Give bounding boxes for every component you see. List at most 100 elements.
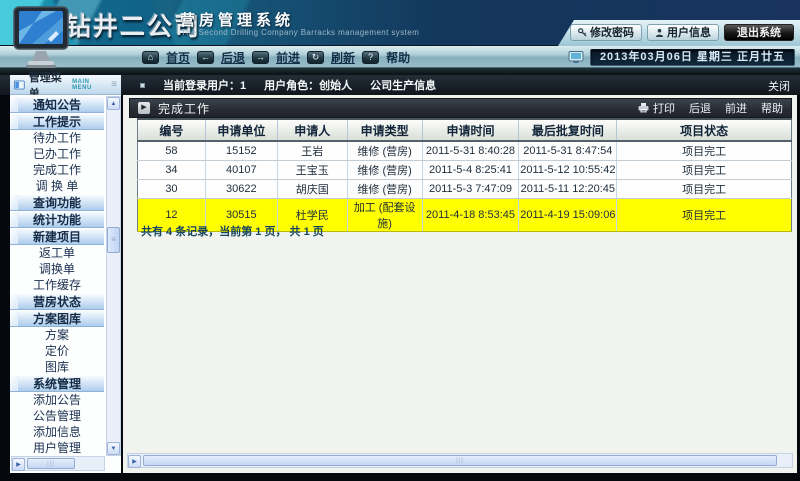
sidebar-header: 管理菜单 MAIN MENU ≡	[10, 75, 121, 95]
panel-title: 完成工作	[158, 100, 210, 117]
content-horizontal-scrollbar[interactable]: ◀ ▶	[127, 453, 793, 468]
sidebar-category-13[interactable]: 方案图库	[10, 310, 104, 327]
sidebar-category-12[interactable]: 营房状态	[10, 293, 104, 310]
bottom-strip	[0, 475, 800, 481]
table-row[interactable]: 5815152王岩维修 (营房)2011-5-31 8:40:282011-5-…	[138, 141, 792, 160]
table-cell: 王岩	[277, 141, 347, 160]
arrow-left-icon[interactable]: ←	[197, 51, 214, 64]
panel-help-button[interactable]: 帮助	[761, 100, 783, 116]
sidebar-item-21[interactable]: 用户管理	[10, 440, 104, 456]
panel-forward-button[interactable]: 前进	[725, 100, 747, 116]
scroll-right-icon[interactable]: ▶	[128, 455, 141, 468]
sidebar-item-19[interactable]: 公告管理	[10, 408, 104, 424]
table-cell: 30622	[205, 179, 277, 198]
monitor-logo-icon	[12, 5, 72, 69]
sidebar-item-20[interactable]: 添加信息	[10, 424, 104, 440]
sidebar-item-18[interactable]: 添加公告	[10, 392, 104, 408]
scroll-down-icon[interactable]: ▼	[107, 442, 120, 455]
sidebar-item-10[interactable]: 调换单	[10, 261, 104, 277]
hamburger-icon[interactable]: ≡	[111, 79, 117, 90]
print-label: 打印	[653, 100, 675, 116]
scrollbar-thumb[interactable]	[143, 455, 777, 466]
sidebar: 通知公告工作提示待办工作已办工作完成工作调 换 单查询功能统计功能新建项目返工单…	[10, 95, 121, 473]
table-cell: 王宝玉	[277, 160, 347, 179]
panel-toolbar: 打印 后退 前进 帮助	[638, 100, 783, 116]
nav-link-back[interactable]: 后退	[221, 49, 245, 66]
table-cell: 项目完工	[617, 179, 792, 198]
nav-link-home[interactable]: 首页	[166, 49, 190, 66]
column-header: 申请人	[277, 119, 347, 141]
company-info-link[interactable]: 公司生产信息	[370, 77, 436, 93]
nav-links: ⌂ 首页 ← 后退 → 前进 ↻ 刷新 ? 帮助	[142, 46, 410, 68]
table-cell: 项目完工	[617, 198, 792, 231]
nav-link-forward[interactable]: 前进	[276, 49, 300, 66]
scrollbar-thumb[interactable]	[27, 458, 75, 469]
header-button-band: 修改密码 用户信息 退出系统	[558, 20, 800, 46]
print-button[interactable]: 打印	[638, 100, 675, 116]
column-header: 项目状态	[617, 119, 792, 141]
refresh-icon[interactable]: ↻	[307, 51, 324, 64]
nav-link-help[interactable]: 帮助	[386, 49, 410, 66]
sidebar-category-7[interactable]: 统计功能	[10, 211, 104, 228]
scroll-up-icon[interactable]: ▲	[107, 97, 120, 110]
sidebar-item-5[interactable]: 调 换 单	[10, 178, 104, 194]
user-info-button[interactable]: 用户信息	[647, 24, 719, 41]
system-subtitle: The Second Drilling Company Barracks man…	[181, 28, 419, 37]
sidebar-item-9[interactable]: 返工单	[10, 245, 104, 261]
sidebar-category-0[interactable]: 通知公告	[10, 96, 104, 113]
sidebar-category-17[interactable]: 系统管理	[10, 375, 104, 392]
panel-header: ▶ 完成工作 打印 后退 前进 帮助	[129, 98, 792, 118]
column-header: 最后批复时间	[519, 119, 617, 141]
sidebar-item-2[interactable]: 待办工作	[10, 130, 104, 146]
table-cell: 维修 (营房)	[347, 179, 422, 198]
table-cell: 2011-5-31 8:47:54	[519, 141, 617, 160]
table-cell: 40107	[205, 160, 277, 179]
home-icon[interactable]: ⌂	[142, 51, 159, 64]
sidebar-category-1[interactable]: 工作提示	[10, 113, 104, 130]
monitor-small-icon	[568, 51, 584, 64]
table-cell: 项目完工	[617, 141, 792, 160]
table-row[interactable]: 3030622胡庆国维修 (营房)2011-5-3 7:47:092011-5-…	[138, 179, 792, 198]
sidebar-item-16[interactable]: 图库	[10, 359, 104, 375]
sidebar-item-3[interactable]: 已办工作	[10, 146, 104, 162]
sidebar-item-15[interactable]: 定价	[10, 343, 104, 359]
logout-label: 退出系统	[737, 24, 781, 40]
sidebar-subtitle: MAIN MENU	[72, 79, 107, 91]
arrow-right-icon[interactable]: →	[252, 51, 269, 64]
table-cell: 30	[138, 179, 206, 198]
nav-bar: ⌂ 首页 ← 后退 → 前进 ↻ 刷新 ? 帮助 2013年03月06日 星期三…	[0, 46, 800, 68]
question-icon[interactable]: ?	[362, 51, 379, 64]
table-header-row: 编号申请单位申请人申请类型申请时间最后批复时间项目状态	[138, 119, 792, 141]
user-status: 当前登录用户：1 用户角色：创始人 公司生产信息	[140, 75, 436, 95]
sidebar-category-8[interactable]: 新建项目	[10, 228, 104, 245]
change-password-label: 修改密码	[590, 24, 634, 40]
logout-button[interactable]: 退出系统	[724, 24, 794, 41]
sidebar-item-11[interactable]: 工作缓存	[10, 277, 104, 293]
table-cell: 维修 (营房)	[347, 141, 422, 160]
sidebar-item-14[interactable]: 方案	[10, 327, 104, 343]
table-cell: 2011-5-12 10:55:42	[519, 160, 617, 179]
table-row[interactable]: 3440107王宝玉维修 (营房)2011-5-4 8:25:412011-5-…	[138, 160, 792, 179]
date-display: 2013年03月06日 星期三 正月廿五	[590, 49, 795, 66]
sidebar-item-4[interactable]: 完成工作	[10, 162, 104, 178]
user-role: 用户角色：创始人	[264, 77, 352, 93]
panel-play-icon: ▶	[138, 102, 150, 114]
table-cell: 胡庆国	[277, 179, 347, 198]
sidebar-category-6[interactable]: 查询功能	[10, 194, 104, 211]
system-title: 营房管理系统	[180, 9, 294, 30]
scrollbar-thumb[interactable]	[107, 227, 120, 253]
sidebar-vertical-scrollbar[interactable]: ▲ ▼	[106, 96, 121, 456]
scroll-right-icon[interactable]: ▶	[12, 458, 25, 471]
table-cell: 2011-5-11 12:20:45	[519, 179, 617, 198]
sidebar-horizontal-scrollbar[interactable]: ◀ ▶	[11, 456, 105, 471]
window-icon	[14, 80, 25, 90]
table-cell: 2011-5-4 8:25:41	[422, 160, 519, 179]
date-area: 2013年03月06日 星期三 正月廿五	[568, 48, 795, 66]
key-icon	[578, 28, 587, 37]
nav-link-refresh[interactable]: 刷新	[331, 49, 355, 66]
user-info-label: 用户信息	[667, 24, 711, 40]
panel-back-button[interactable]: 后退	[689, 100, 711, 116]
close-link[interactable]: 关闭	[768, 78, 790, 94]
table-cell: 15152	[205, 141, 277, 160]
change-password-button[interactable]: 修改密码	[570, 24, 642, 41]
